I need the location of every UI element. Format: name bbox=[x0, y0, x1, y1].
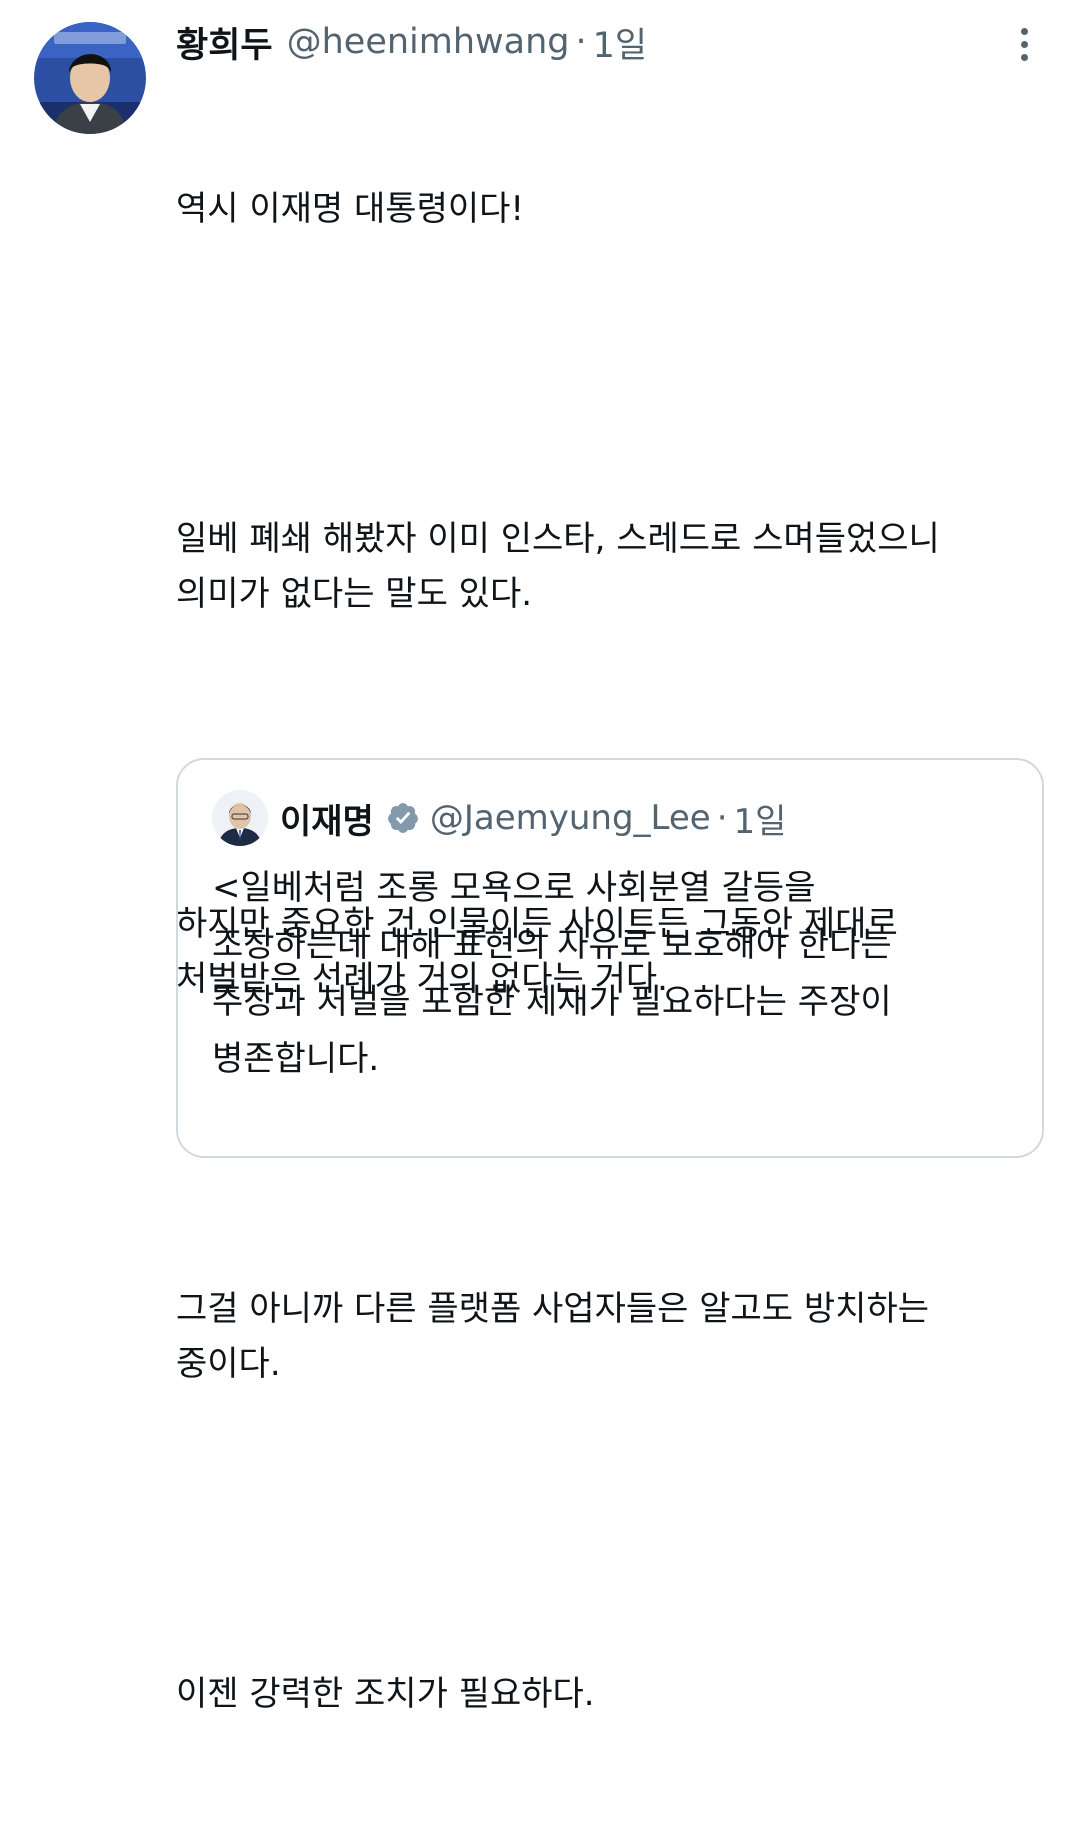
tweet-paragraph-spacer bbox=[176, 1502, 1056, 1557]
more-vertical-icon bbox=[1020, 27, 1028, 35]
tweet-timestamp[interactable]: 1일 bbox=[593, 17, 647, 68]
quoted-header-separator: · bbox=[716, 798, 728, 838]
quoted-tweet-card[interactable]: 이재명 @Jaemyung_Lee · 1일 <일베처럼 조롱 모욕으로 사회분… bbox=[176, 758, 1044, 1158]
tweet: 황희두 @heenimhwang · 1일 역시 이재명 대통령이다! 일베 폐… bbox=[0, 0, 1080, 1714]
quoted-tweet-timestamp[interactable]: 1일 bbox=[734, 794, 787, 843]
quoted-tweet-header: 이재명 @Jaemyung_Lee · 1일 bbox=[280, 790, 786, 846]
tweet-paragraph: 그걸 아니까 다른 플랫폼 사업자들은 알고도 방치하는 중이다. bbox=[176, 1289, 930, 1384]
verified-badge-icon bbox=[386, 801, 420, 835]
quoted-author-name[interactable]: 이재명 bbox=[280, 794, 374, 843]
tweet-paragraph: 역시 이재명 대통령이다! bbox=[176, 189, 525, 229]
header-separator: · bbox=[575, 22, 587, 62]
more-vertical-icon-dot bbox=[1020, 40, 1028, 48]
quoted-author-handle[interactable]: @Jaemyung_Lee bbox=[430, 798, 711, 838]
tweet-paragraph: 일베 폐쇄 해봤자 이미 인스타, 스레드로 스며들었으니 의미가 없다는 말도… bbox=[176, 519, 940, 614]
tweet-paragraph: 이젠 강력한 조치가 필요하다. bbox=[176, 1674, 595, 1714]
author-avatar[interactable] bbox=[34, 22, 146, 134]
tweet-paragraph-spacer bbox=[176, 347, 1056, 402]
author-handle[interactable]: @heenimhwang bbox=[287, 22, 570, 62]
quoted-tweet-text: <일베처럼 조롱 모욕으로 사회분열 갈등을 조장하는데 대해 표현의 자유로 … bbox=[212, 868, 892, 1079]
more-vertical-icon-dot bbox=[1020, 53, 1028, 61]
author-name[interactable]: 황희두 bbox=[176, 17, 273, 68]
more-options-button[interactable] bbox=[1000, 20, 1048, 68]
quoted-author-avatar[interactable] bbox=[212, 790, 268, 846]
tweet-header: 황희두 @heenimhwang · 1일 bbox=[176, 14, 647, 70]
